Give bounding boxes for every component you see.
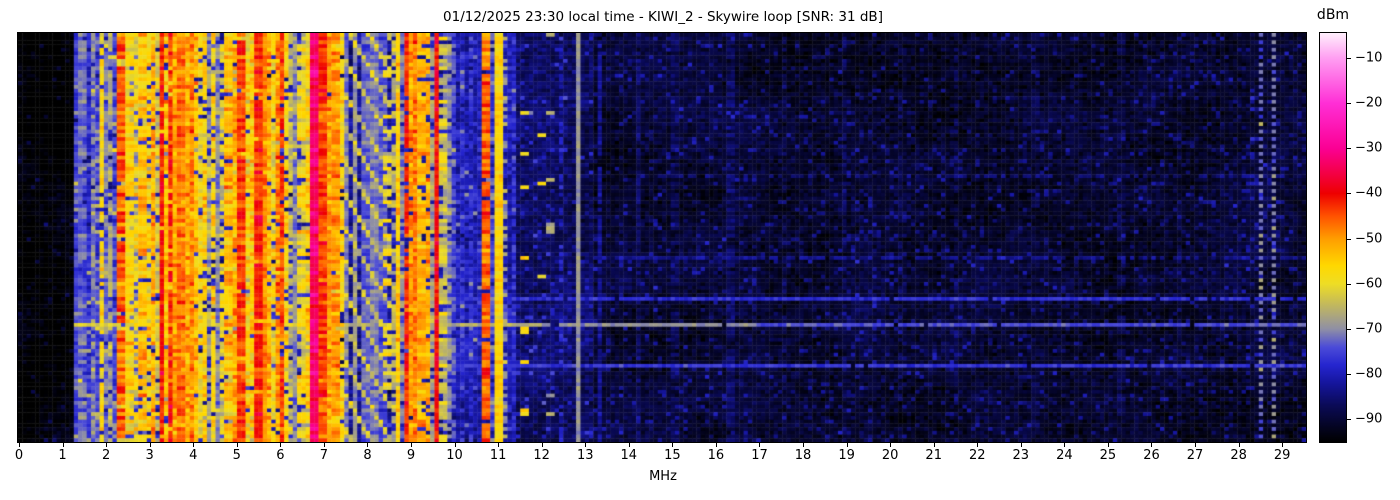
- colorbar-tick-mark: [1347, 238, 1351, 240]
- x-tick-label: 25: [1099, 448, 1117, 463]
- x-tick-mark: [236, 443, 238, 447]
- x-tick-mark: [890, 443, 892, 447]
- colorbar-tick-mark: [1347, 193, 1351, 195]
- x-tick-label: 11: [489, 448, 507, 463]
- x-tick-label: 0: [14, 448, 24, 463]
- x-tick-mark: [1064, 443, 1066, 447]
- x-tick-label: 28: [1230, 448, 1247, 463]
- x-tick-mark: [803, 443, 805, 447]
- colorbar-tick-mark: [1347, 374, 1351, 376]
- x-tick-mark: [1238, 443, 1240, 447]
- colorbar-tick-mark: [1347, 57, 1351, 59]
- x-tick-mark: [323, 443, 325, 447]
- x-tick-label: 10: [446, 448, 463, 463]
- x-tick-mark: [585, 443, 587, 447]
- colorbar-tick-mark: [1347, 329, 1351, 331]
- colorbar-tick-label: −10: [1355, 50, 1383, 66]
- x-tick-mark: [454, 443, 456, 447]
- x-tick-label: 15: [664, 448, 681, 463]
- x-tick-mark: [1151, 443, 1153, 447]
- x-tick-label: 22: [968, 448, 986, 463]
- x-tick-mark: [1195, 443, 1197, 447]
- x-tick-mark: [1020, 443, 1022, 447]
- waterfall-heatmap: [18, 33, 1306, 442]
- colorbar-tick-label: −90: [1355, 411, 1383, 427]
- x-axis-label: MHz: [649, 469, 677, 484]
- x-tick-mark: [280, 443, 282, 447]
- x-tick-mark: [367, 443, 369, 447]
- x-tick-label: 3: [145, 448, 154, 463]
- x-tick-mark: [541, 443, 543, 447]
- colorbar-tick-mark: [1347, 103, 1351, 105]
- colorbar-tick-label: −70: [1355, 321, 1383, 337]
- x-tick-mark: [19, 443, 20, 447]
- x-tick-label: 29: [1273, 448, 1291, 463]
- x-tick-label: 14: [620, 448, 638, 463]
- x-tick-mark: [715, 443, 717, 447]
- x-tick-mark: [149, 443, 151, 447]
- plot-area: [17, 32, 1307, 443]
- colorbar-tick-label: −40: [1355, 185, 1383, 201]
- x-tick-label: 26: [1143, 448, 1160, 463]
- x-tick-mark: [672, 443, 674, 447]
- colorbar-tick-mark: [1347, 283, 1351, 285]
- x-tick-mark: [846, 443, 848, 447]
- x-tick-label: 17: [751, 448, 768, 463]
- colorbar-tick-label: −60: [1355, 276, 1383, 292]
- spectrogram-figure: 01/12/2025 23:30 local time - KIWI_2 - S…: [0, 0, 1400, 500]
- colorbar-tick-mark: [1347, 419, 1351, 421]
- colorbar: [1319, 32, 1347, 443]
- x-tick-label: 9: [406, 448, 416, 463]
- x-tick-label: 6: [276, 448, 285, 463]
- x-tick-mark: [628, 443, 630, 447]
- x-tick-label: 16: [707, 448, 725, 463]
- x-tick-label: 4: [189, 448, 198, 463]
- x-tick-mark: [1282, 443, 1284, 447]
- x-tick-label: 18: [794, 448, 812, 463]
- x-tick-label: 19: [838, 448, 855, 463]
- x-tick-mark: [106, 443, 108, 447]
- x-tick-label: 21: [925, 448, 942, 463]
- x-tick-mark: [1107, 443, 1109, 447]
- x-tick-label: 8: [363, 448, 372, 463]
- x-tick-label: 23: [1012, 448, 1030, 463]
- x-tick-mark: [62, 443, 64, 447]
- x-tick-mark: [498, 443, 500, 447]
- x-tick-label: 13: [576, 448, 594, 463]
- colorbar-unit-label: dBm: [1316, 7, 1350, 23]
- colorbar-tick-mark: [1347, 148, 1351, 150]
- colorbar-tick-label: −50: [1355, 231, 1383, 247]
- x-tick-label: 1: [58, 448, 67, 463]
- colorbar-tick-label: −30: [1355, 140, 1383, 156]
- x-tick-label: 5: [232, 448, 241, 463]
- x-tick-label: 24: [1056, 448, 1073, 463]
- x-tick-label: 27: [1186, 448, 1204, 463]
- x-tick-mark: [933, 443, 935, 447]
- x-tick-label: 2: [101, 448, 111, 463]
- colorbar-tick-label: −20: [1355, 95, 1383, 111]
- colorbar-ticks: −10 −20 −30 −40 −50 −60 −70 −80 −90: [1347, 33, 1397, 442]
- x-tick-label: 12: [533, 448, 550, 463]
- x-tick-label: 7: [319, 448, 329, 463]
- x-tick-mark: [759, 443, 761, 447]
- x-tick-label: 20: [881, 448, 899, 463]
- x-tick-mark: [193, 443, 195, 447]
- chart-title: 01/12/2025 23:30 local time - KIWI_2 - S…: [443, 9, 883, 25]
- x-tick-mark: [977, 443, 979, 447]
- colorbar-tick-label: −80: [1355, 366, 1383, 382]
- x-tick-mark: [411, 443, 413, 447]
